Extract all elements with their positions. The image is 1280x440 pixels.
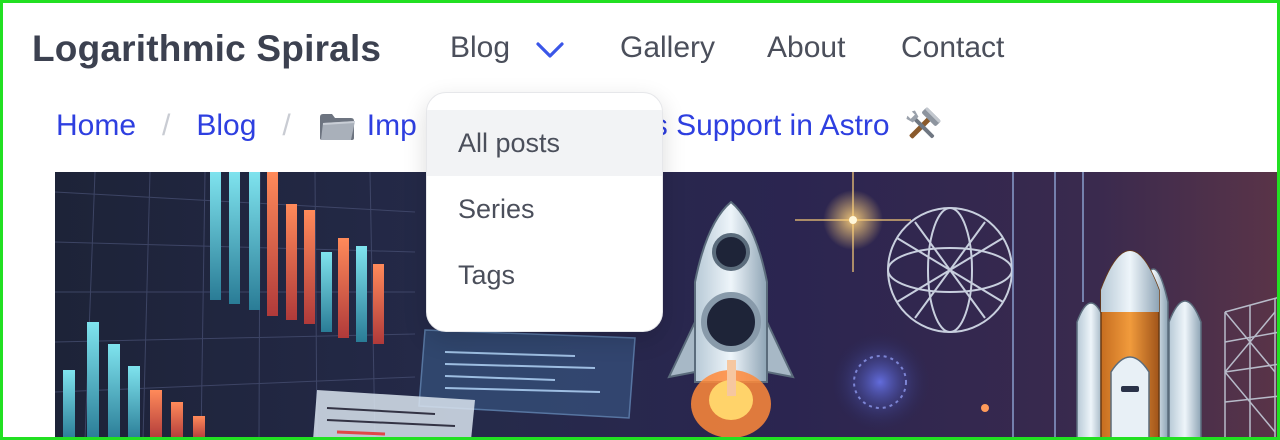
nav-item-about[interactable]: About bbox=[767, 31, 845, 65]
nav-item-contact[interactable]: Contact bbox=[901, 31, 1004, 65]
breadcrumb-separator: / bbox=[162, 109, 171, 142]
top-navigation: Logarithmic Spirals Blog Gallery About C… bbox=[0, 0, 1280, 96]
breadcrumb-blog[interactable]: Blog bbox=[196, 109, 256, 143]
tools-icon bbox=[906, 107, 941, 139]
dropdown-item-all-posts[interactable]: All posts bbox=[427, 110, 662, 176]
breadcrumb-home[interactable]: Home bbox=[56, 109, 136, 143]
nav-item-blog[interactable]: Blog bbox=[450, 31, 510, 65]
blog-dropdown-menu: All posts Series Tags bbox=[426, 92, 663, 332]
breadcrumb-current-text-end: s Support in Astro bbox=[652, 109, 890, 142]
chevron-down-icon[interactable] bbox=[534, 38, 566, 62]
hero-image bbox=[55, 172, 1280, 440]
breadcrumb-current-text-start: Imp bbox=[366, 109, 417, 142]
site-title[interactable]: Logarithmic Spirals bbox=[32, 28, 381, 70]
dropdown-item-tags[interactable]: Tags bbox=[427, 242, 662, 308]
breadcrumb-separator: / bbox=[282, 109, 291, 142]
nav-item-gallery[interactable]: Gallery bbox=[620, 31, 715, 65]
rocket-launch-illustration bbox=[55, 172, 1280, 440]
folder-icon bbox=[319, 114, 355, 140]
dropdown-item-series[interactable]: Series bbox=[427, 176, 662, 242]
